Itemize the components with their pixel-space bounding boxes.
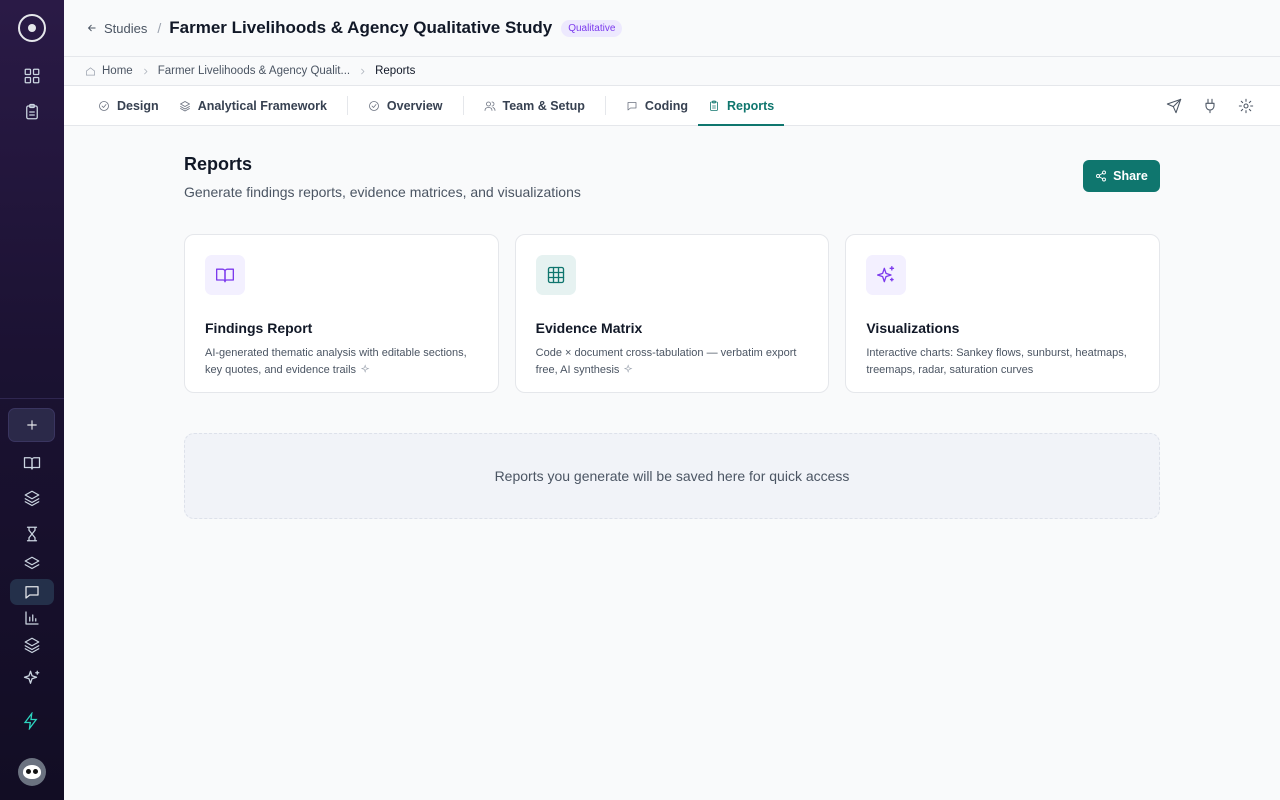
- back-label: Studies: [104, 20, 148, 36]
- book-icon: [205, 255, 245, 295]
- app-logo-icon[interactable]: [18, 14, 46, 42]
- card-description: Interactive charts: Sankey flows, sunbur…: [866, 345, 1139, 379]
- bar-chart-icon[interactable]: [10, 605, 54, 631]
- findings-report-card[interactable]: Findings Report AI-generated thematic an…: [184, 234, 499, 393]
- tab-label: Team & Setup: [502, 98, 585, 113]
- book-open-icon[interactable]: [10, 450, 54, 476]
- rail-divider: [0, 398, 64, 399]
- card-description-text: Code × document cross-tabulation — verba…: [535, 347, 797, 376]
- tab-label: Design: [117, 98, 159, 113]
- share-label: Share: [1113, 169, 1148, 183]
- back-to-studies-link[interactable]: Studies: [86, 21, 147, 36]
- breadcrumb-study[interactable]: Farmer Livelihoods & Agency Qualit...: [158, 65, 350, 77]
- card-description-text: Interactive charts: Sankey flows, sunbur…: [866, 347, 1127, 376]
- send-icon[interactable]: [1166, 98, 1182, 114]
- bolt-icon[interactable]: [22, 711, 40, 735]
- check-circle-icon: [99, 100, 109, 111]
- chevron-right-icon: [361, 68, 365, 74]
- hourglass-icon[interactable]: [10, 521, 54, 547]
- tab-analytical-framework[interactable]: Analytical Framework: [169, 86, 337, 125]
- card-description-text: AI-generated thematic analysis with edit…: [205, 347, 467, 376]
- breadcrumb-home[interactable]: Home: [102, 65, 133, 77]
- message-icon: [627, 101, 637, 110]
- avatar[interactable]: [18, 758, 46, 786]
- tab-divider: [462, 96, 464, 115]
- empty-state: Reports you generate will be saved here …: [184, 433, 1160, 519]
- breadcrumb: Home Farmer Livelihoods & Agency Qualit.…: [64, 57, 1280, 86]
- page-title: Reports: [184, 154, 253, 174]
- card-description: Code × document cross-tabulation — verba…: [536, 345, 809, 379]
- layers-alt-icon[interactable]: [10, 632, 54, 658]
- grid-icon: [535, 255, 576, 295]
- breadcrumb-current: Reports: [375, 65, 416, 77]
- ai-sparkle-icon: [360, 363, 371, 373]
- check-circle-icon: [369, 100, 379, 111]
- tab-coding[interactable]: Coding: [616, 86, 698, 125]
- card-title: Visualizations: [866, 320, 960, 336]
- panda-face-icon: [23, 765, 41, 779]
- comments-icon[interactable]: [10, 579, 54, 605]
- sparkles-icon[interactable]: [10, 665, 54, 691]
- clipboard-icon: [710, 100, 718, 111]
- tab-overview[interactable]: Overview: [358, 86, 453, 125]
- sparkles-icon: [866, 255, 907, 295]
- empty-state-message: Reports you generate will be saved here …: [494, 468, 850, 484]
- card-title: Evidence Matrix: [535, 320, 643, 336]
- gear-icon[interactable]: [1238, 98, 1254, 114]
- plug-icon[interactable]: [1202, 98, 1218, 114]
- ai-sparkle-icon: [624, 363, 634, 373]
- share-icon: [1096, 170, 1107, 182]
- visualizations-card[interactable]: Visualizations Interactive charts: Sanke…: [845, 234, 1161, 393]
- left-rail: [0, 0, 64, 800]
- page-subtitle: Generate findings reports, evidence matr…: [184, 184, 581, 200]
- layers-icon: [179, 100, 190, 111]
- tab-label: Analytical Framework: [197, 98, 327, 113]
- clipboard-icon[interactable]: [14, 96, 50, 128]
- status-badge: Qualitative: [561, 19, 623, 37]
- tab-label: Coding: [644, 98, 688, 113]
- study-header: Studies / Farmer Livelihoods & Agency Qu…: [64, 0, 1280, 57]
- arrow-left-icon: [87, 24, 96, 32]
- evidence-matrix-card[interactable]: Evidence Matrix Code × document cross-ta…: [514, 234, 830, 393]
- dashboard-icon[interactable]: [14, 60, 50, 92]
- tab-reports[interactable]: Reports: [697, 86, 785, 126]
- card-title: Findings Report: [205, 320, 313, 336]
- chevron-right-icon: [143, 68, 148, 74]
- stack-icon[interactable]: [10, 551, 54, 577]
- study-title: Farmer Livelihoods & Agency Qualitative …: [169, 18, 553, 37]
- share-button[interactable]: Share: [1083, 160, 1160, 192]
- title-separator: /: [157, 20, 162, 36]
- tab-bar: Design Analytical Framework Overview Tea…: [64, 86, 1280, 126]
- add-button[interactable]: [8, 408, 55, 442]
- tab-label: Overview: [386, 98, 443, 113]
- card-description: AI-generated thematic analysis with edit…: [205, 345, 478, 379]
- tab-design[interactable]: Design: [88, 86, 169, 125]
- tab-label: Reports: [726, 98, 775, 113]
- tab-team-setup[interactable]: Team & Setup: [474, 86, 595, 125]
- tab-divider: [346, 96, 348, 115]
- home-icon: [86, 66, 95, 76]
- report-type-cards: Findings Report AI-generated thematic an…: [184, 234, 1161, 393]
- users-icon: [484, 101, 495, 111]
- layers-icon[interactable]: [10, 485, 54, 511]
- tab-divider: [604, 96, 606, 115]
- toolbar: [1166, 86, 1254, 126]
